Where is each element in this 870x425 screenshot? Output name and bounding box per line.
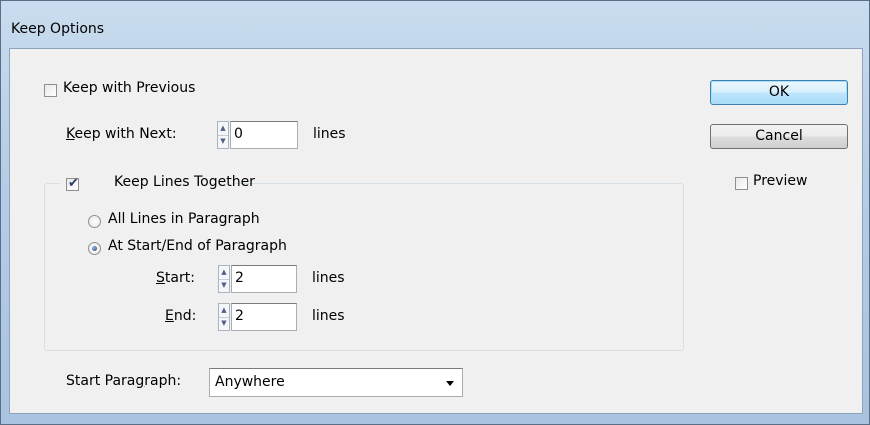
- keep-with-next-unit: lines: [313, 126, 346, 142]
- end-stepper[interactable]: ▲ ▼: [218, 303, 230, 331]
- spin-up-icon[interactable]: ▲: [219, 304, 229, 318]
- spin-down-icon[interactable]: ▼: [219, 279, 229, 292]
- keep-with-previous-checkbox[interactable]: [44, 84, 57, 97]
- keep-lines-together-group: [44, 183, 684, 351]
- radio-all-lines-label: All Lines in Paragraph: [108, 211, 260, 227]
- radio-all-lines[interactable]: [88, 215, 101, 228]
- preview-checkbox[interactable]: [735, 177, 748, 190]
- start-input[interactable]: 2: [231, 265, 297, 293]
- start-paragraph-label: Start Paragraph:: [66, 373, 182, 389]
- keep-with-previous-label: Keep with Previous: [63, 80, 196, 96]
- preview-label: Preview: [753, 173, 808, 189]
- checkmark-icon: ✔: [68, 176, 79, 191]
- keep-with-next-label: Keep with Next:: [66, 126, 177, 142]
- end-input[interactable]: 2: [231, 303, 297, 331]
- group-legend: ✔ Keep Lines Together: [60, 174, 255, 193]
- start-unit: lines: [312, 270, 345, 286]
- keep-with-next-input[interactable]: 0: [230, 121, 298, 149]
- start-paragraph-value: Anywhere: [215, 374, 285, 390]
- start-paragraph-select[interactable]: Anywhere: [209, 368, 463, 397]
- dialog-body: Keep with Previous Keep with Next: ▲ ▼ 0…: [9, 48, 863, 414]
- keep-lines-together-label: Keep Lines Together: [114, 174, 255, 190]
- spin-up-icon[interactable]: ▲: [218, 122, 228, 136]
- start-stepper[interactable]: ▲ ▼: [218, 265, 230, 293]
- spin-down-icon[interactable]: ▼: [218, 135, 228, 148]
- start-label: Start:: [156, 270, 195, 286]
- keep-with-next-stepper[interactable]: ▲ ▼: [217, 121, 229, 149]
- end-label: End:: [165, 308, 197, 324]
- end-unit: lines: [312, 308, 345, 324]
- radio-start-end-label: At Start/End of Paragraph: [108, 238, 287, 254]
- chevron-down-icon[interactable]: [446, 381, 454, 386]
- window-title: Keep Options: [11, 21, 105, 37]
- ok-button[interactable]: OK: [710, 80, 848, 105]
- keep-lines-together-checkbox[interactable]: ✔: [66, 176, 79, 191]
- radio-selected-dot: [92, 246, 97, 251]
- spin-up-icon[interactable]: ▲: [219, 266, 229, 280]
- cancel-button[interactable]: Cancel: [710, 124, 848, 149]
- dialog-frame: Keep Options Keep with Previous Keep wit…: [0, 0, 870, 425]
- radio-start-end[interactable]: [88, 242, 101, 255]
- spin-down-icon[interactable]: ▼: [219, 317, 229, 330]
